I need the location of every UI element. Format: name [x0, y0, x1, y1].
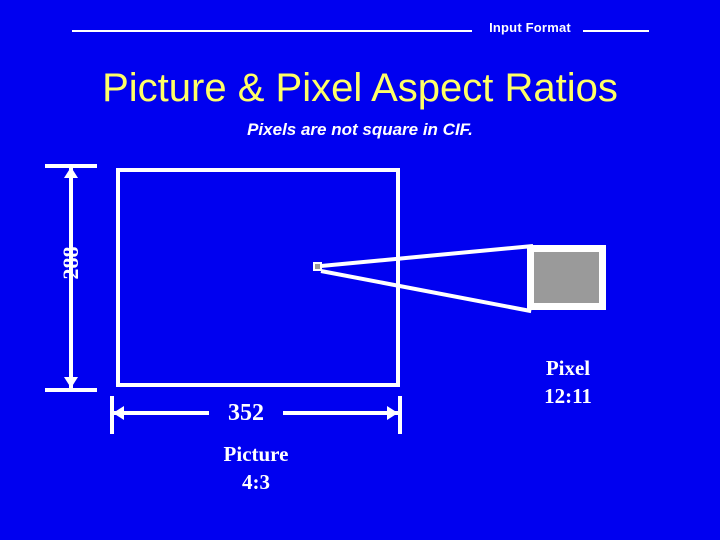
width-extension-line-right	[398, 396, 402, 434]
picture-aspect-caption: Picture 4:3	[176, 440, 336, 496]
width-arrow-left-icon	[113, 406, 124, 420]
pixel-caption-line1: Pixel	[545, 356, 591, 380]
page-subtitle: Pixels are not square in CIF.	[247, 120, 473, 139]
width-dimension-label: 352	[209, 400, 283, 427]
header-rule-left	[72, 30, 472, 32]
page-title: Picture & Pixel Aspect Ratios	[102, 66, 618, 110]
height-arrow-up-icon	[64, 167, 78, 178]
width-arrow-right-icon	[387, 406, 398, 420]
pixel-aspect-caption: Pixel 12:11	[503, 354, 633, 410]
height-extension-line-bottom	[45, 388, 97, 392]
picture-caption-line2: 4:3	[242, 470, 270, 494]
height-dimension-label: 288	[58, 246, 83, 280]
pixel-caption-line2: 12:11	[544, 384, 592, 408]
picture-caption-line1: Picture	[223, 442, 289, 466]
header-rule-right	[583, 30, 649, 32]
slide: Input Format Picture & Pixel Aspect Rati…	[0, 0, 720, 540]
header-label: Input Format	[489, 20, 571, 35]
magnified-pixel	[527, 245, 606, 310]
height-arrow-down-icon	[64, 377, 78, 388]
